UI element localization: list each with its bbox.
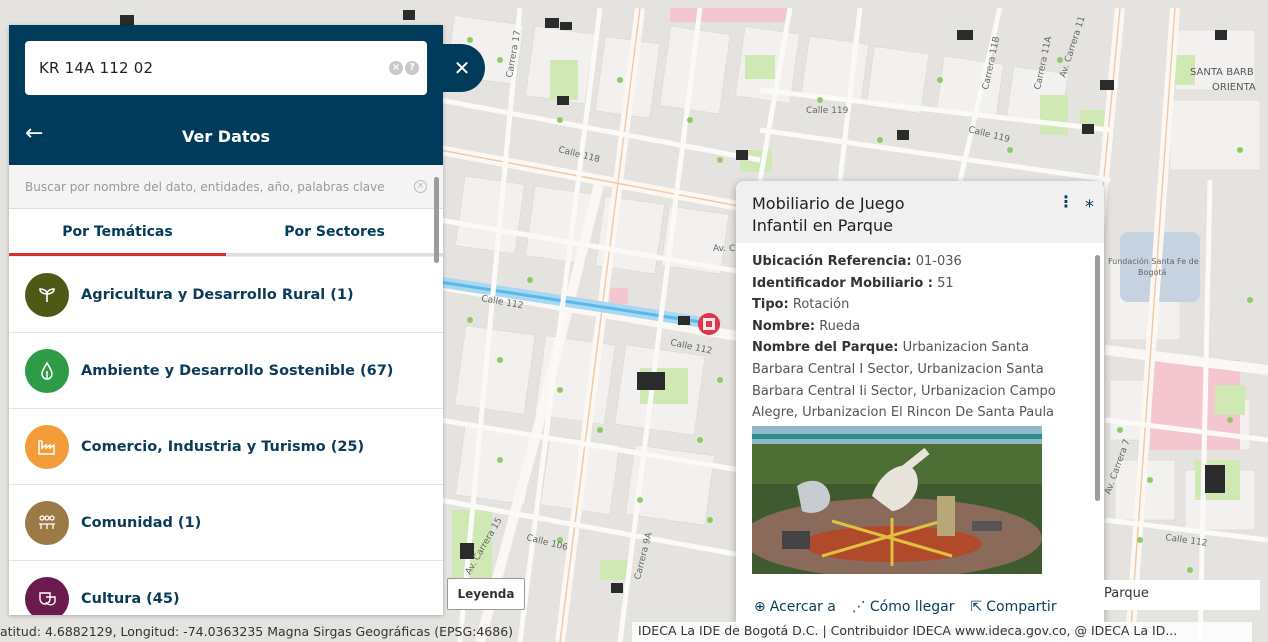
- panel-header: KR 14A 112 02 × ? ← Ver Datos: [9, 25, 443, 165]
- field-row: Nombre del Parque: Urbanizacion Santa Ba…: [752, 337, 1082, 423]
- data-filter-input[interactable]: Buscar por nombre del dato, entidades, a…: [25, 180, 385, 194]
- address-search-input[interactable]: KR 14A 112 02: [39, 59, 153, 77]
- action-label: Compartir: [986, 599, 1057, 615]
- theme-label: Comercio, Industria y Turismo (25): [81, 438, 365, 455]
- place-label: ORIENTA: [1212, 82, 1256, 93]
- place-label: Bogotá: [1138, 268, 1166, 277]
- field-value: Rotación: [792, 297, 850, 313]
- field-row: Identificador Mobiliario : 51: [752, 273, 1082, 295]
- tab-indicator: [9, 253, 226, 256]
- theme-tabs: Por Temáticas Por Sectores: [9, 209, 443, 257]
- place-label: SANTA BARB: [1190, 67, 1254, 78]
- popup-title: Mobiliario de Juego Infantil en Parque: [752, 193, 972, 237]
- search-box-icons: × ?: [389, 61, 419, 75]
- route-icon: ⋰: [851, 599, 866, 615]
- tab-por-tematicas[interactable]: Por Temáticas: [9, 209, 226, 256]
- people-icon: [25, 500, 69, 545]
- parque-tag: Parque: [1100, 580, 1260, 610]
- popup-title-line2: Infantil en Parque: [752, 216, 893, 235]
- action-label: Acercar a: [769, 599, 836, 615]
- street-label: Av. C: [713, 244, 735, 254]
- filter-clear-icon[interactable]: ×: [414, 180, 427, 193]
- field-key: Tipo:: [752, 297, 789, 313]
- field-value: 01-036: [915, 254, 962, 269]
- theme-item-ambiente[interactable]: Ambiente y Desarrollo Sostenible (67): [9, 333, 443, 409]
- field-key: Nombre:: [752, 318, 816, 334]
- factory-icon: [25, 424, 69, 469]
- field-key: Nombre del Parque:: [752, 340, 899, 356]
- directions-button[interactable]: ⋰ Cómo llegar: [852, 599, 955, 615]
- tab-label: Por Sectores: [284, 224, 385, 240]
- popup-body: Ubicación Referencia: 01-036 Identificad…: [752, 251, 1082, 574]
- street-label: Calle 119: [806, 106, 849, 116]
- theme-label: Comunidad (1): [81, 514, 202, 531]
- field-value: Rueda: [819, 318, 861, 334]
- close-popup-icon[interactable]: ⁎: [1085, 191, 1094, 212]
- field-key: Identificador Mobiliario :: [752, 275, 934, 291]
- theater-masks-icon: [25, 576, 69, 615]
- panel-scrollbar[interactable]: [434, 177, 439, 615]
- sprout-icon: [25, 272, 69, 317]
- share-button[interactable]: ⇱ Compartir: [971, 599, 1057, 615]
- theme-item-cultura[interactable]: Cultura (45): [9, 561, 443, 615]
- legend-button[interactable]: Leyenda: [447, 578, 525, 610]
- field-row: Ubicación Referencia: 01-036: [752, 251, 1082, 273]
- tab-indicator: [226, 253, 443, 256]
- theme-label: Cultura (45): [81, 590, 180, 607]
- action-label: Cómo llegar: [869, 599, 955, 615]
- address-search-box[interactable]: KR 14A 112 02 × ?: [25, 41, 427, 95]
- scrollbar-thumb[interactable]: [434, 177, 439, 263]
- leaf-drop-icon: [25, 348, 69, 393]
- theme-list: Agricultura y Desarrollo Rural (1) Ambie…: [9, 257, 443, 615]
- panel-title: Ver Datos: [181, 127, 271, 146]
- feature-popup: Mobiliario de Juego Infantil en Parque ⋮…: [736, 181, 1104, 629]
- field-row: Nombre: Rueda: [752, 316, 1082, 338]
- popup-header: Mobiliario de Juego Infantil en Parque ⋮…: [736, 181, 1104, 243]
- theme-label: Ambiente y Desarrollo Sostenible (67): [81, 362, 394, 379]
- field-value: 51: [937, 275, 954, 291]
- field-row: Tipo: Rotación: [752, 294, 1082, 316]
- help-icon[interactable]: ?: [405, 61, 419, 75]
- scrollbar-thumb[interactable]: [1095, 255, 1100, 501]
- zoom-in-icon: ⊕: [754, 599, 766, 615]
- popup-actions: ⊕ Acercar a ⋰ Cómo llegar ⇱ Compartir: [754, 599, 1057, 615]
- popup-title-line1: Mobiliario de Juego: [752, 194, 905, 213]
- theme-label: Agricultura y Desarrollo Rural (1): [81, 286, 354, 303]
- popup-scrollbar[interactable]: [1095, 247, 1100, 567]
- tab-por-sectores[interactable]: Por Sectores: [226, 209, 443, 256]
- place-label: Fundación Santa Fe de: [1108, 256, 1199, 266]
- more-vert-icon[interactable]: ⋮: [1058, 192, 1074, 211]
- clear-icon[interactable]: ×: [389, 61, 403, 75]
- coordinates-readout: atitud: 4.6882129, Longitud: -74.0363235…: [0, 624, 514, 639]
- theme-item-comercio[interactable]: Comercio, Industria y Turismo (25): [9, 409, 443, 485]
- theme-item-agricultura[interactable]: Agricultura y Desarrollo Rural (1): [9, 257, 443, 333]
- theme-item-comunidad[interactable]: Comunidad (1): [9, 485, 443, 561]
- data-panel: KR 14A 112 02 × ? ← Ver Datos Buscar por…: [9, 25, 443, 615]
- field-key: Ubicación Referencia:: [752, 254, 912, 269]
- map-marker-icon: [698, 313, 720, 335]
- zoom-to-button[interactable]: ⊕ Acercar a: [754, 599, 836, 615]
- tab-label: Por Temáticas: [62, 224, 173, 240]
- map-credits: IDECA La IDE de Bogotá D.C. | Contribuid…: [632, 622, 1252, 642]
- playground-photo[interactable]: [752, 425, 1042, 574]
- share-icon: ⇱: [970, 599, 983, 615]
- data-filter-row[interactable]: Buscar por nombre del dato, entidades, a…: [9, 165, 443, 209]
